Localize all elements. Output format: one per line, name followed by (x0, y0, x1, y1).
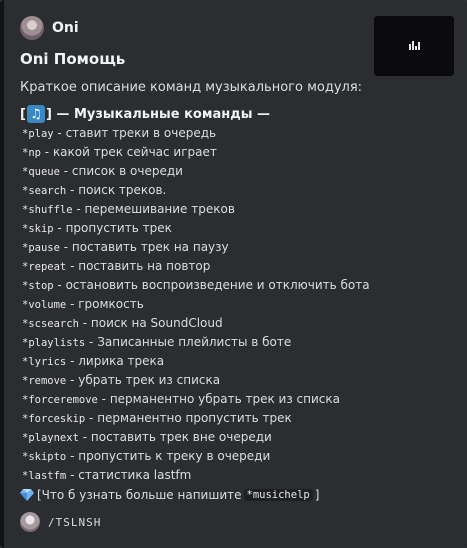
command-code: *queue (22, 166, 60, 178)
command-description: пропустить трек (65, 221, 172, 235)
command-row: *forceskip - перманентно пропустить трек (22, 411, 292, 425)
command-code: *play (22, 128, 54, 140)
command-description: поставить трек вне очереди (90, 430, 272, 444)
command-code: *playlists (22, 337, 86, 349)
command-description: перемешивание треков (84, 202, 235, 216)
command-list: *play - ставит треки в очередь *np - как… (22, 124, 370, 485)
command-code: *forceskip (22, 413, 86, 425)
help-hint-prefix: [Что б узнать больше напишите (37, 488, 242, 502)
gem-icon (20, 489, 34, 501)
author-name[interactable]: Oni (52, 20, 79, 36)
embed-thumbnail[interactable] (374, 16, 454, 76)
command-code: *lastfm (22, 470, 67, 482)
command-description: остановить воспроизведение и отключить б… (65, 278, 370, 292)
command-description: поставить трек на паузу (71, 240, 229, 254)
field-title-prefix: [ (20, 106, 26, 122)
command-row: *skipto - пропустить к треку в очереди (22, 449, 271, 463)
command-row: *shuffle - перемешивание треков (22, 202, 235, 216)
command-code: *shuffle (22, 204, 73, 216)
help-hint-suffix: ] (314, 488, 320, 502)
command-description: перманентно убрать трек из списка (109, 392, 340, 406)
command-description: лирика трека (78, 354, 165, 368)
musichelp-command: *musichelp (243, 489, 313, 501)
command-description: статистика lastfm (78, 468, 192, 482)
command-description: убрать трек из списка (78, 373, 221, 387)
command-code: *repeat (22, 261, 67, 273)
command-row: *playnext - поставить трек вне очереди (22, 430, 272, 444)
footer-text: /TSLNSH (48, 515, 102, 529)
bar-chart-icon (409, 41, 420, 50)
footer-avatar-icon (20, 512, 40, 532)
command-row: *stop - остановить воспроизведение и отк… (22, 278, 370, 292)
command-code: *volume (22, 299, 67, 311)
command-row: *play - ставит треки в очередь (22, 126, 217, 140)
command-row: *skip - пропустить трек (22, 221, 172, 235)
field-title-suffix: ] — Музыкальные команды — (45, 106, 270, 122)
command-description: пропустить к треку в очереди (78, 449, 271, 463)
avatar-icon[interactable] (20, 16, 44, 40)
command-row: *playlists - Записанные плейлисты в боте (22, 335, 292, 349)
command-description: какой трек сейчас играет (52, 145, 217, 159)
embed-footer: /TSLNSH (20, 512, 101, 532)
command-description: ставит треки в очередь (65, 126, 217, 140)
command-row: *forceremove - перманентно убрать трек и… (22, 392, 340, 406)
command-row: *search - поиск треков. (22, 183, 167, 197)
command-code: *playnext (22, 432, 79, 444)
command-code: *forceremove (22, 394, 98, 406)
command-code: *stop (22, 280, 54, 292)
command-code: *scsearch (22, 318, 79, 330)
command-description: поиск треков. (78, 183, 167, 197)
embed-author: Oni (20, 16, 79, 40)
help-embed: Oni Oni Помощь Краткое описание команд м… (0, 0, 467, 548)
command-description: перманентно пропустить трек (97, 411, 292, 425)
command-code: *skipto (22, 451, 67, 463)
command-code: *np (22, 147, 41, 159)
field-title: [ ♫ ] — Музыкальные команды — (20, 104, 270, 124)
help-hint: [Что б узнать больше напишите *musichelp… (20, 486, 319, 504)
command-code: *remove (22, 375, 67, 387)
command-description: поиск на SoundCloud (90, 316, 223, 330)
command-description: список в очереди (71, 164, 183, 178)
command-row: *lyrics - лирика трека (22, 354, 165, 368)
command-code: *skip (22, 223, 54, 235)
command-code: *search (22, 185, 67, 197)
command-row: *queue - список в очереди (22, 164, 183, 178)
command-row: *scsearch - поиск на SoundCloud (22, 316, 223, 330)
command-row: *pause - поставить трек на паузу (22, 240, 229, 254)
embed-title: Oni Помощь (20, 50, 126, 68)
embed-description: Краткое описание команд музыкального мод… (20, 80, 363, 95)
command-code: *pause (22, 242, 60, 254)
command-row: *repeat - поставить на повтор (22, 259, 211, 273)
command-description: громкость (78, 297, 144, 311)
command-row: *np - какой трек сейчас играет (22, 145, 217, 159)
command-description: поставить на повтор (78, 259, 211, 273)
command-description: Записанные плейлисты в боте (97, 335, 292, 349)
command-row: *lastfm - статистика lastfm (22, 468, 192, 482)
command-code: *lyrics (22, 356, 67, 368)
command-row: *volume - громкость (22, 297, 144, 311)
command-row: *remove - убрать трек из списка (22, 373, 221, 387)
musical-notes-icon: ♫ (26, 105, 45, 123)
